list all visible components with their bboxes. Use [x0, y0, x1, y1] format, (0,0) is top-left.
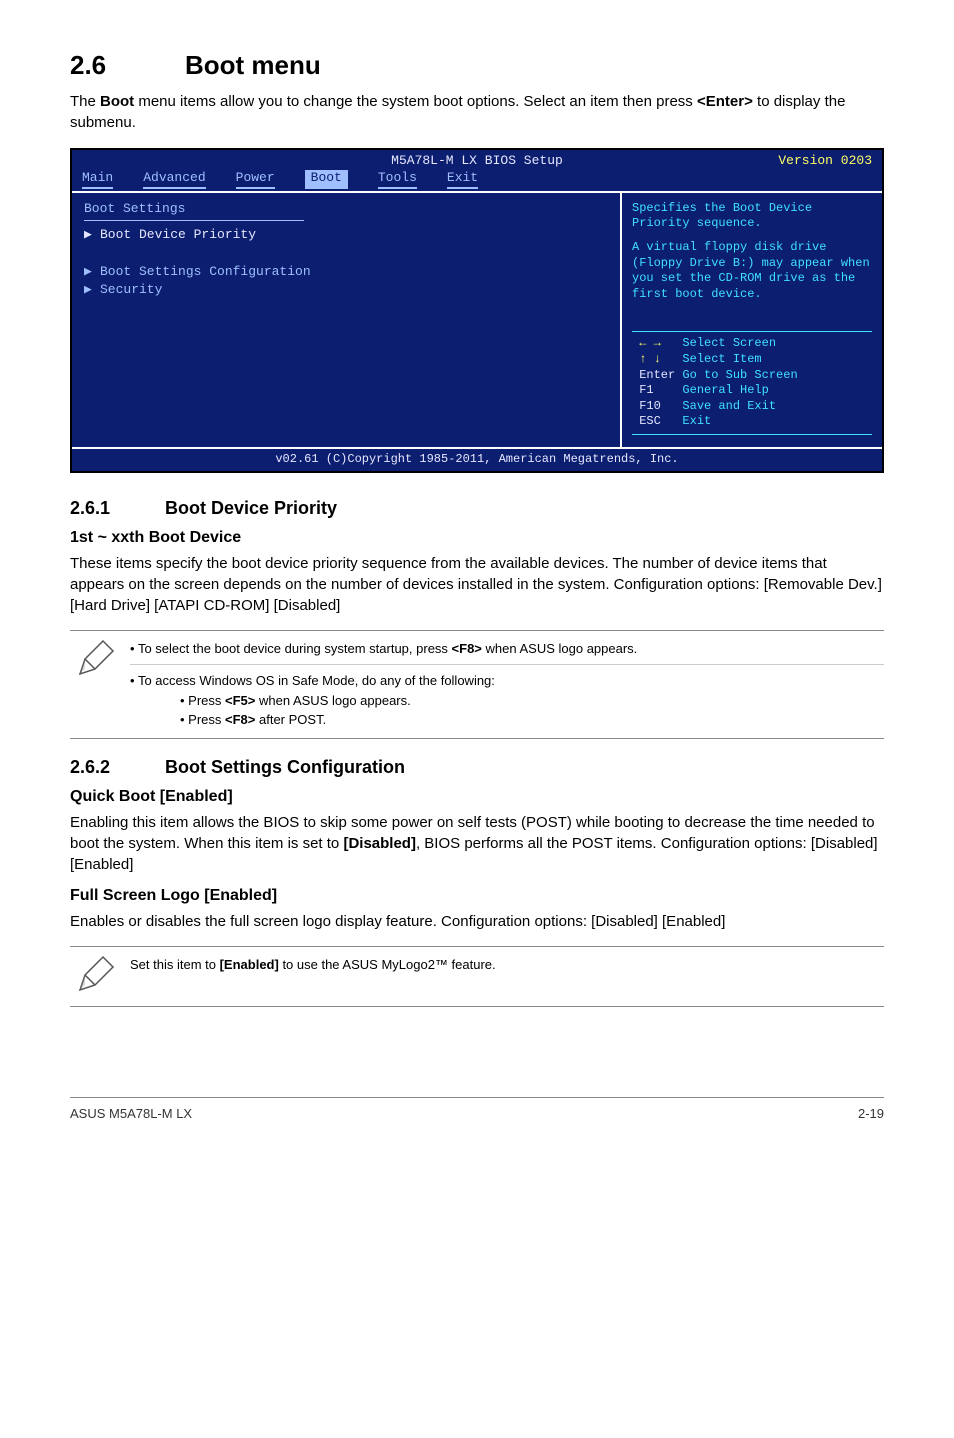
- bios-nav-l5a: F10: [639, 399, 661, 413]
- section-title-262: Boot Settings Configuration: [165, 757, 405, 777]
- bios-body: Boot Settings ▶Boot Device Priority ▶Boo…: [72, 193, 882, 447]
- intro-text: The: [70, 93, 100, 110]
- bios-nav-l6a: ESC: [639, 414, 661, 428]
- bios-nav-l4a: F1: [639, 383, 653, 397]
- bios-nav-l5: F10 Save and Exit: [632, 399, 872, 415]
- note2-post: to use the ASUS MyLogo2™ feature.: [279, 957, 496, 972]
- note1-s2-pre: Press: [188, 712, 225, 727]
- note1-sub2: Press <F8> after POST.: [180, 710, 884, 730]
- note1-item1: To select the boot device during system …: [130, 639, 884, 659]
- bios-nav-l2: ↑ ↓ Select Item: [632, 352, 872, 368]
- note1-b1-post: when ASUS logo appears.: [482, 641, 637, 656]
- note1-b2: To access Windows OS in Safe Mode, do an…: [138, 673, 495, 688]
- intro-bold-enter: <Enter>: [697, 93, 753, 110]
- bios-help2: A virtual floppy disk drive (Floppy Driv…: [632, 240, 872, 302]
- bios-item3-label: Security: [100, 282, 162, 297]
- page-footer: ASUS M5A78L-M LX 2-19: [70, 1097, 884, 1121]
- intro-bold-boot: Boot: [100, 93, 134, 110]
- bios-tab-exit: Exit: [447, 170, 478, 189]
- bios-titlebar: M5A78L-M LX BIOS Setup Version 0203: [72, 150, 882, 170]
- bios-nav-l2b: Select Item: [682, 352, 761, 366]
- bios-tab-tools: Tools: [378, 170, 417, 189]
- bios-version: Version 0203: [692, 153, 872, 170]
- triangle-icon: ▶: [84, 264, 100, 281]
- bios-nav-l4: F1 General Help: [632, 383, 872, 399]
- bios-nav-divider2: [632, 434, 872, 435]
- bios-nav-divider: [632, 331, 872, 332]
- bios-nav-l4b: General Help: [682, 383, 768, 397]
- bios-item1-label: Boot Device Priority: [100, 227, 256, 242]
- intro-text2: menu items allow you to change the syste…: [134, 93, 697, 110]
- bios-divider: [84, 220, 304, 221]
- bios-right-pane: Specifies the Boot Device Priority seque…: [622, 193, 882, 447]
- chapter-number: 2.6: [70, 50, 185, 81]
- section-heading-261: 2.6.1Boot Device Priority: [70, 498, 884, 519]
- para-quickboot: Enabling this item allows the BIOS to sk…: [70, 812, 884, 875]
- section-title-261: Boot Device Priority: [165, 498, 337, 518]
- bios-nav-l3b: Go to Sub Screen: [682, 368, 797, 382]
- note-inner-divider: [130, 664, 884, 665]
- bios-title: M5A78L-M LX BIOS Setup: [262, 153, 692, 170]
- bios-item-boot-config: ▶Boot Settings Configuration: [84, 263, 608, 282]
- bios-copyright: v02.61 (C)Copyright 1985-2011, American …: [72, 447, 882, 471]
- note2-pre: Set this item to: [130, 957, 220, 972]
- bios-left-pane: Boot Settings ▶Boot Device Priority ▶Boo…: [72, 193, 622, 447]
- bios-tab-advanced: Advanced: [143, 170, 205, 189]
- note1-sub1: Press <F5> when ASUS logo appears.: [180, 691, 884, 711]
- intro-paragraph: The Boot menu items allow you to change …: [70, 91, 884, 133]
- note-body-1: To select the boot device during system …: [130, 639, 884, 730]
- para-fullscreen-logo: Enables or disables the full screen logo…: [70, 911, 884, 932]
- para-261: These items specify the boot device prio…: [70, 553, 884, 616]
- bios-tab-boot: Boot: [305, 170, 348, 189]
- bios-nav-l1b: Select Screen: [682, 336, 776, 350]
- note1-s1-post: when ASUS logo appears.: [255, 693, 410, 708]
- bios-screenshot: M5A78L-M LX BIOS Setup Version 0203 Main…: [70, 148, 884, 473]
- bios-nav-l3: Enter Go to Sub Screen: [632, 368, 872, 384]
- note-block-2: Set this item to [Enabled] to use the AS…: [70, 946, 884, 1007]
- bios-item-security: ▶Security: [84, 281, 608, 300]
- triangle-icon: ▶: [84, 282, 100, 299]
- note2-bold: [Enabled]: [220, 957, 279, 972]
- pencil-icon: [70, 955, 130, 998]
- bios-item-boot-priority: ▶Boot Device Priority: [84, 226, 608, 245]
- section-num-262: 2.6.2: [70, 757, 165, 778]
- bios-help1: Specifies the Boot Device Priority seque…: [632, 201, 872, 232]
- note1-b1-bold: <F8>: [452, 641, 482, 656]
- p1-bold: [Disabled]: [343, 835, 416, 852]
- bios-settings-heading: Boot Settings: [84, 201, 608, 218]
- bios-tab-power: Power: [236, 170, 275, 189]
- bios-item2-label: Boot Settings Configuration: [100, 264, 311, 279]
- section-heading-262: 2.6.2Boot Settings Configuration: [70, 757, 884, 778]
- footer-model: ASUS M5A78L-M LX: [70, 1106, 192, 1121]
- note1-s1-pre: Press: [188, 693, 225, 708]
- footer-pagenum: 2-19: [858, 1106, 884, 1121]
- note1-b1-pre: To select the boot device during system …: [138, 641, 452, 656]
- bios-nav-l5b: Save and Exit: [682, 399, 776, 413]
- bios-nav-l6: ESC Exit: [632, 414, 872, 430]
- note1-s1-bold: <F5>: [225, 693, 255, 708]
- note1-s2-post: after POST.: [255, 712, 326, 727]
- topic-quickboot: Quick Boot [Enabled]: [70, 788, 884, 806]
- arrow-ud-icon: ↑ ↓: [639, 352, 661, 366]
- note1-s2-bold: <F8>: [225, 712, 255, 727]
- bios-nav-l1: ← → Select Screen: [632, 336, 872, 352]
- triangle-icon: ▶: [84, 227, 100, 244]
- bios-nav-l3a: Enter: [639, 368, 675, 382]
- note-body-2: Set this item to [Enabled] to use the AS…: [130, 955, 884, 975]
- bios-menubar: Main Advanced Power Boot Tools Exit: [72, 170, 882, 193]
- note1-item2: To access Windows OS in Safe Mode, do an…: [130, 671, 884, 730]
- chapter-heading: 2.6Boot menu: [70, 50, 884, 81]
- bios-nav-l6b: Exit: [682, 414, 711, 428]
- topic-fullscreen-logo: Full Screen Logo [Enabled]: [70, 887, 884, 905]
- arrow-lr-icon: ← →: [639, 336, 661, 350]
- note-block-1: To select the boot device during system …: [70, 630, 884, 739]
- chapter-title: Boot menu: [185, 50, 321, 80]
- section-num-261: 2.6.1: [70, 498, 165, 519]
- pencil-icon: [70, 639, 130, 682]
- topic-boot-device: 1st ~ xxth Boot Device: [70, 529, 884, 547]
- bios-tab-main: Main: [82, 170, 113, 189]
